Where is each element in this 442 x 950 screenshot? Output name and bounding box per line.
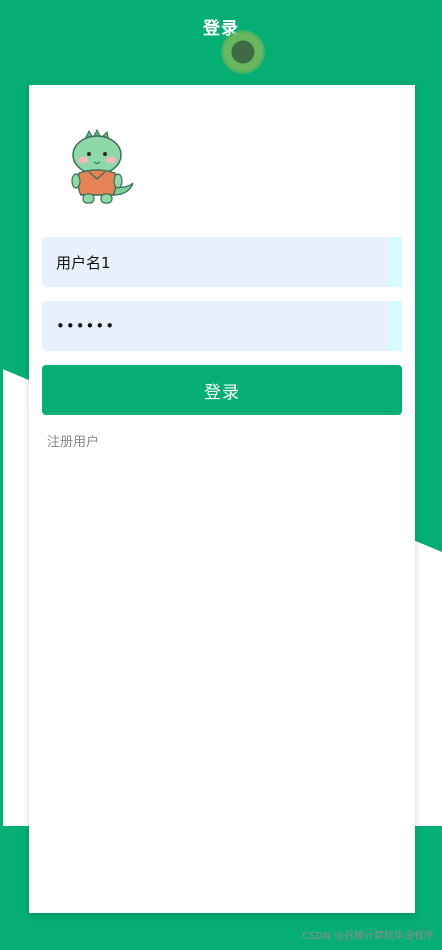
watermark-text: CSDN @召楠计算机毕设程序 (302, 931, 434, 942)
dinosaur-mascot-icon (71, 128, 134, 204)
password-value: •••••• (56, 317, 116, 335)
username-input[interactable]: 用户名1 (42, 237, 402, 287)
username-value: 用户名1 (56, 253, 111, 272)
touch-indicator-icon (221, 30, 265, 74)
password-input[interactable]: •••••• (42, 301, 402, 351)
login-card: 用户名1 •••••• 登录 注册用户 (29, 85, 415, 913)
left-edge-stripe (0, 0, 3, 950)
register-link[interactable]: 注册用户 (47, 431, 99, 450)
page-title: 登录 (203, 19, 239, 39)
login-button[interactable]: 登录 (42, 365, 402, 415)
